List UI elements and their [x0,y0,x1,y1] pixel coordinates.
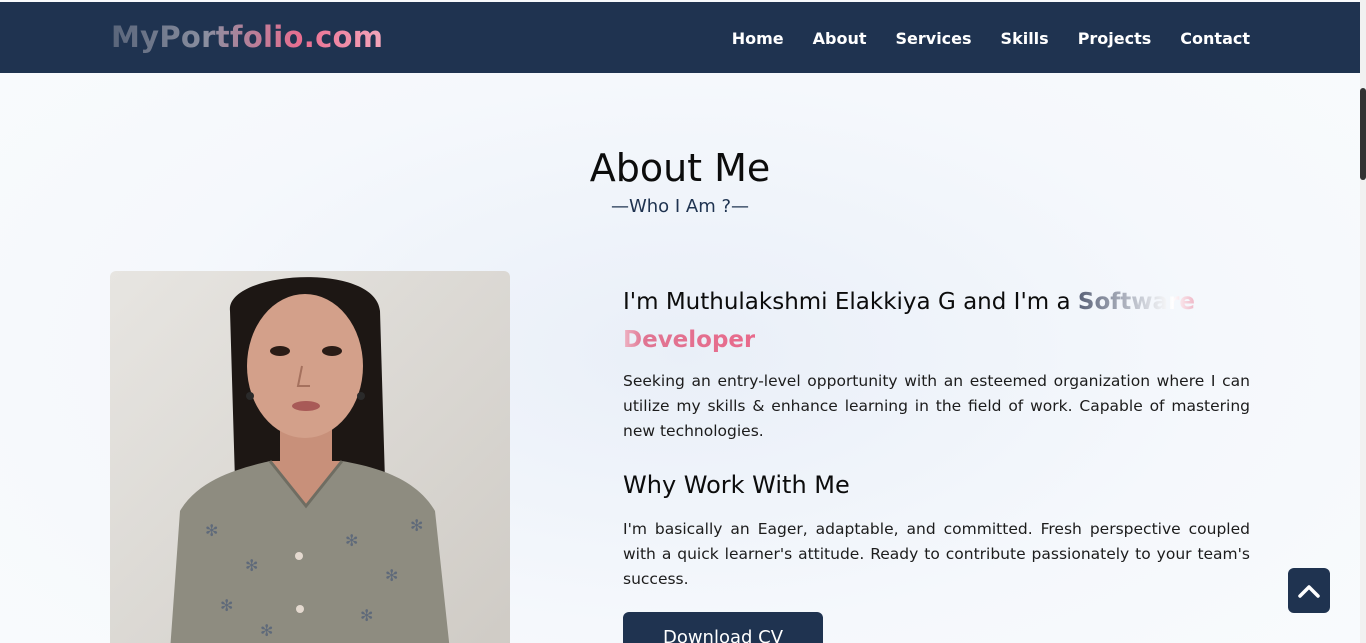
nav-menu: Home About Services Skills Projects Cont… [732,29,1250,48]
scrollbar-thumb[interactable] [1360,88,1366,180]
svg-text:✻: ✻ [410,516,423,535]
summary-paragraph: Seeking an entry-level opportunity with … [623,372,1250,440]
why-work-paragraph: I'm basically an Eager, adaptable, and c… [623,520,1250,588]
nav-link-home[interactable]: Home [732,29,784,48]
svg-text:✻: ✻ [345,531,358,550]
nav-link-contact[interactable]: Contact [1180,29,1250,48]
why-work-heading: Why Work With Me [623,471,850,499]
scroll-top-button[interactable] [1288,568,1330,613]
section-title: About Me [589,146,771,190]
svg-text:✻: ✻ [260,621,273,640]
nav-link-services[interactable]: Services [896,29,972,48]
nav-link-projects[interactable]: Projects [1078,29,1152,48]
page: MyPortfolio.com Home About Services Skil… [0,0,1366,643]
svg-text:✻: ✻ [385,566,398,585]
site-logo[interactable]: MyPortfolio.com [111,20,383,54]
intro-heading: I'm Muthulakshmi Elakkiya G and I'm a So… [623,283,1250,359]
chevron-up-icon [1298,584,1320,598]
section-subtitle: —Who I Am ?— [610,196,750,217]
intro-name-text: I'm Muthulakshmi Elakkiya G and I'm a [623,289,1078,315]
profile-photo: ✻ ✻ ✻ ✻ ✻ ✻ ✻ ✻ [110,271,510,643]
profile-photo-illustration: ✻ ✻ ✻ ✻ ✻ ✻ ✻ ✻ [170,277,450,643]
svg-text:✻: ✻ [205,521,218,540]
svg-text:✻: ✻ [360,606,373,625]
nav-link-about[interactable]: About [813,29,867,48]
nav-link-skills[interactable]: Skills [1001,29,1049,48]
svg-text:✻: ✻ [245,556,258,575]
page-scrollbar[interactable] [1360,0,1366,643]
svg-text:✻: ✻ [220,596,233,615]
navbar: MyPortfolio.com Home About Services Skil… [0,2,1360,73]
download-cv-button[interactable]: Download CV [623,612,823,643]
